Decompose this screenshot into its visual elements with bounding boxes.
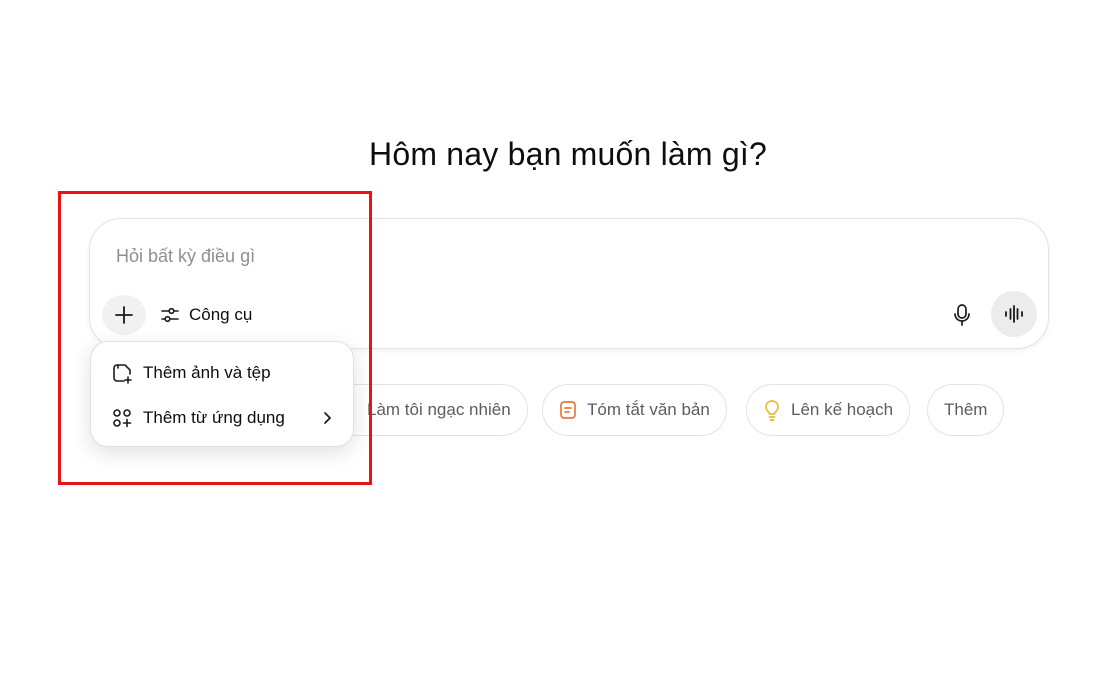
suggestion-chip-summarize[interactable]: Tóm tắt văn bản [542, 384, 727, 436]
suggestion-label: Thêm [944, 400, 988, 419]
document-icon [559, 400, 577, 420]
page-title: Hôm nay bạn muốn làm gì? [369, 136, 767, 172]
microphone-button[interactable] [942, 295, 982, 335]
lightbulb-icon [763, 399, 781, 421]
menu-item-label: Thêm từ ứng dụng [143, 408, 285, 427]
menu-item-add-from-apps[interactable]: Thêm từ ứng dụng [97, 398, 347, 438]
suggestion-chip-more[interactable]: Thêm [927, 384, 1005, 436]
tools-button[interactable]: Công cụ [156, 299, 256, 331]
prompt-input[interactable] [114, 241, 918, 271]
plus-icon [114, 305, 134, 325]
suggestion-label: Tóm tắt văn bản [587, 400, 710, 419]
menu-item-label: Thêm ảnh và tệp [143, 363, 271, 382]
apps-icon [111, 407, 133, 429]
voice-waveform-icon [1003, 304, 1025, 324]
tools-label: Công cụ [189, 305, 253, 324]
voice-mode-button[interactable] [991, 291, 1037, 337]
attach-menu: Thêm ảnh và tệp Thêm từ ứng dụng [90, 341, 354, 447]
sliders-icon [160, 305, 180, 325]
suggestion-chip-plan[interactable]: Lên kế hoạch [746, 384, 911, 436]
suggestion-label: Lên kế hoạch [791, 400, 894, 419]
chevron-right-icon [321, 410, 333, 426]
prompt-composer: Công cụ [89, 218, 1049, 349]
add-attachment-button[interactable] [102, 295, 146, 335]
suggestion-label: Làm tôi ngạc nhiên [367, 400, 511, 419]
microphone-icon [952, 303, 972, 327]
attach-file-icon [111, 362, 133, 384]
menu-item-add-photos-files[interactable]: Thêm ảnh và tệp [97, 353, 347, 393]
